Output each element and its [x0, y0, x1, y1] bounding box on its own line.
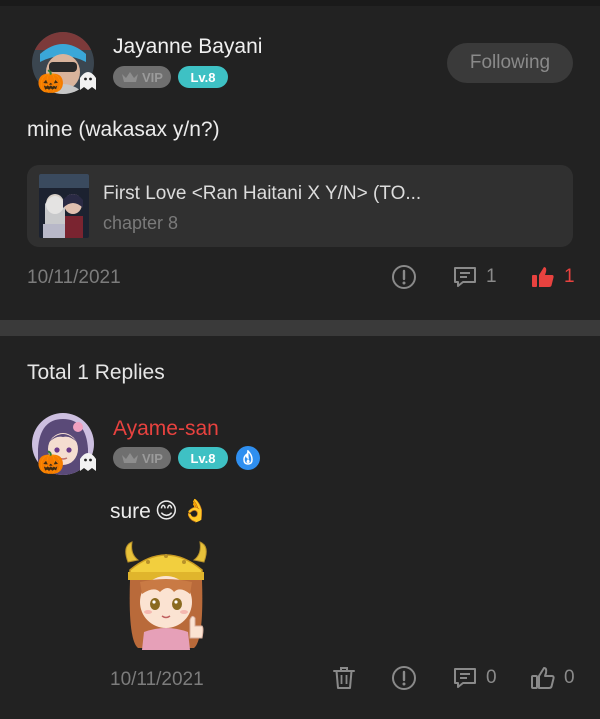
book-chapter: chapter 8	[103, 213, 179, 233]
ghost-icon	[80, 72, 96, 90]
sticker-image[interactable]	[118, 540, 214, 650]
reply-date: 10/11/2021	[110, 669, 204, 690]
vip-label: VIP	[142, 450, 163, 466]
delete-button[interactable]	[331, 665, 357, 691]
ok-hand-emoji-icon: 👌	[181, 499, 210, 524]
verified-flame-icon	[243, 450, 253, 465]
trash-icon	[333, 667, 355, 689]
section-divider	[0, 320, 600, 336]
like-button[interactable]: 0	[530, 665, 575, 691]
vip-badge: VIP	[113, 447, 171, 469]
replies-title: Total 1 Replies	[27, 361, 165, 384]
pumpkin-icon: 🎃	[37, 450, 65, 475]
crown-icon	[122, 72, 139, 82]
comment-count: 1	[486, 266, 497, 287]
level-badge: Lv.8	[178, 66, 228, 88]
following-button[interactable]: Following	[447, 43, 573, 83]
crown-icon	[122, 453, 139, 463]
post-text: mine (wakasax y/n?)	[27, 118, 220, 141]
exclamation-circle-icon	[392, 666, 416, 690]
reply-author-name[interactable]: Ayame-san	[113, 417, 219, 441]
like-count: 0	[564, 667, 575, 688]
report-button[interactable]	[391, 665, 417, 691]
book-card[interactable]: First Love <Ran Haitani X Y/N> (TO... ch…	[27, 165, 573, 247]
top-edge	[0, 0, 600, 6]
thumbs-up-icon	[531, 667, 555, 689]
vip-label: VIP	[142, 69, 163, 85]
author-name[interactable]: Jayanne Bayani	[113, 35, 262, 59]
comment-button[interactable]: 0	[452, 665, 497, 691]
comment-button[interactable]: 1	[452, 264, 497, 290]
book-title: First Love <Ran Haitani X Y/N> (TO...	[103, 183, 422, 204]
comment-bubble-icon	[454, 668, 476, 688]
level-badge: Lv.8	[178, 447, 228, 469]
smile-emoji-icon: 😊	[154, 499, 178, 524]
like-button[interactable]: 1	[530, 264, 575, 290]
comment-count: 0	[486, 667, 497, 688]
pumpkin-icon: 🎃	[37, 69, 65, 94]
exclamation-circle-icon	[392, 265, 416, 289]
report-button[interactable]	[391, 264, 417, 290]
comment-bubble-icon	[454, 267, 476, 287]
verified-badge	[236, 446, 260, 470]
ghost-icon	[80, 453, 96, 471]
thumbs-up-icon	[532, 267, 554, 287]
vip-badge: VIP	[113, 66, 171, 88]
post-date: 10/11/2021	[27, 267, 121, 288]
reply-text: sure 😊 👌	[110, 500, 209, 524]
like-count: 1	[564, 266, 575, 287]
reply-text-content: sure	[110, 500, 151, 523]
book-cover-image	[39, 174, 89, 238]
